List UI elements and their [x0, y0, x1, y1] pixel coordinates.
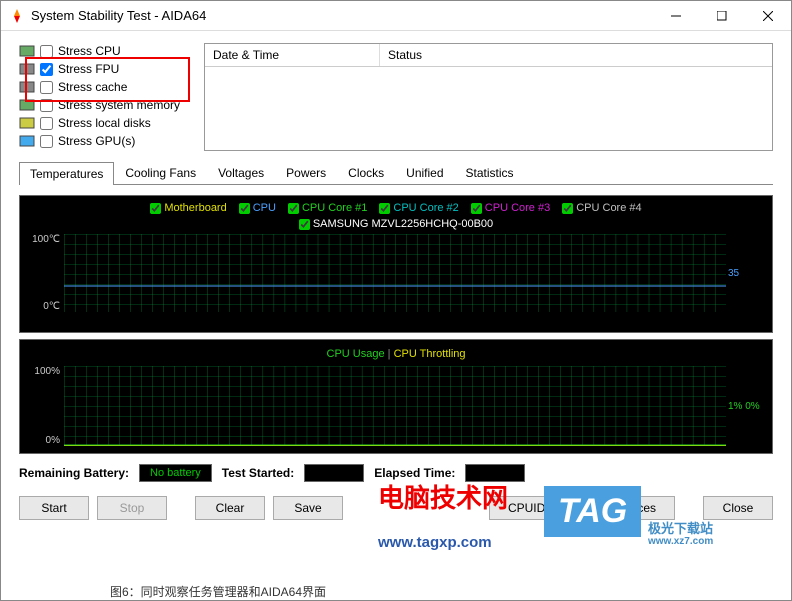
button-row: Start Stop Clear Save CPUID Preferences … — [19, 492, 773, 524]
stress-checkbox-5[interactable] — [40, 135, 53, 148]
usage-legend: CPU Usage | CPU Throttling — [28, 344, 764, 364]
stress-icon — [19, 63, 35, 75]
legend-checkbox[interactable] — [239, 203, 250, 214]
stress-label: Stress CPU — [58, 44, 121, 58]
stress-label: Stress cache — [58, 80, 127, 94]
tab-voltages[interactable]: Voltages — [207, 161, 275, 184]
close-dialog-button[interactable]: Close — [703, 496, 773, 520]
usage-y-min: 0% — [28, 435, 60, 446]
close-button[interactable] — [745, 1, 791, 31]
legend-item[interactable]: CPU Core #3 — [471, 202, 550, 214]
log-col-datetime: Date & Time — [205, 44, 380, 66]
log-col-status: Status — [380, 44, 430, 66]
tab-unified[interactable]: Unified — [395, 161, 454, 184]
temp-y-max: 100℃ — [28, 234, 60, 245]
stress-checkbox-3[interactable] — [40, 99, 53, 112]
temp-grid — [64, 234, 726, 312]
legend-item[interactable]: Motherboard — [150, 202, 226, 214]
content-area: Stress CPU Stress FPU Stress cache Stres… — [1, 31, 791, 600]
main-window: System Stability Test - AIDA64 Stress CP… — [0, 0, 792, 601]
legend-checkbox[interactable] — [150, 203, 161, 214]
preferences-button[interactable]: Preferences — [572, 496, 675, 520]
legend-checkbox[interactable] — [562, 203, 573, 214]
tab-bar: TemperaturesCooling FansVoltagesPowersCl… — [19, 161, 773, 185]
stress-label: Stress system memory — [58, 98, 180, 112]
legend-item[interactable]: SAMSUNG MZVL2256HCHQ-00B00 — [299, 218, 493, 230]
usage-current-values: 1% 0% — [726, 366, 764, 446]
stress-icon — [19, 135, 35, 147]
save-button[interactable]: Save — [273, 496, 343, 520]
stress-item-3: Stress system memory — [19, 97, 194, 113]
stress-checkbox-4[interactable] — [40, 117, 53, 130]
stress-label: Stress GPU(s) — [58, 134, 135, 148]
stress-item-1: Stress FPU — [19, 61, 194, 77]
elapsed-value — [465, 464, 525, 482]
top-row: Stress CPU Stress FPU Stress cache Stres… — [19, 43, 773, 151]
tab-cooling-fans[interactable]: Cooling Fans — [114, 161, 207, 184]
stress-icon — [19, 117, 35, 129]
start-button[interactable]: Start — [19, 496, 89, 520]
tab-statistics[interactable]: Statistics — [455, 161, 525, 184]
stress-checkbox-2[interactable] — [40, 81, 53, 94]
battery-value: No battery — [139, 464, 212, 482]
temp-y-axis: 100℃ 0℃ — [28, 234, 64, 312]
temp-legend-2: SAMSUNG MZVL2256HCHQ-00B00 — [28, 216, 764, 232]
app-icon — [9, 8, 25, 24]
tab-powers[interactable]: Powers — [275, 161, 337, 184]
legend-checkbox[interactable] — [379, 203, 390, 214]
temperature-graph: Motherboard CPU CPU Core #1 CPU Core #2 CPU … — [19, 195, 773, 333]
legend-checkbox[interactable] — [299, 219, 310, 230]
stress-item-5: Stress GPU(s) — [19, 133, 194, 149]
window-title: System Stability Test - AIDA64 — [31, 8, 653, 23]
maximize-button[interactable] — [699, 1, 745, 31]
battery-label: Remaining Battery: — [19, 466, 129, 480]
stress-options: Stress CPU Stress FPU Stress cache Stres… — [19, 43, 194, 151]
stress-item-2: Stress cache — [19, 79, 194, 95]
usage-graph: CPU Usage | CPU Throttling 100% 0% — [19, 339, 773, 454]
clear-button[interactable]: Clear — [195, 496, 265, 520]
stress-label: Stress FPU — [58, 62, 119, 76]
legend-item[interactable]: CPU Core #1 — [288, 202, 367, 214]
stress-checkbox-0[interactable] — [40, 45, 53, 58]
legend-item[interactable]: CPU Core #2 — [379, 202, 458, 214]
figure-caption: 图6：同时观察任务管理器和AIDA64界面 — [110, 583, 326, 600]
stress-icon — [19, 45, 35, 57]
stress-checkbox-1[interactable] — [40, 63, 53, 76]
stress-icon — [19, 99, 35, 111]
temp-graph-body: 100℃ 0℃ 35 — [28, 234, 764, 312]
titlebar: System Stability Test - AIDA64 — [1, 1, 791, 31]
window-controls — [653, 1, 791, 31]
temp-y-min: 0℃ — [28, 301, 60, 312]
legend-item[interactable]: CPU Core #4 — [562, 202, 641, 214]
legend-checkbox[interactable] — [471, 203, 482, 214]
started-label: Test Started: — [222, 466, 294, 480]
stress-item-0: Stress CPU — [19, 43, 194, 59]
usage-graph-body: 100% 0% 1% 0% — [28, 366, 764, 446]
stress-label: Stress local disks — [58, 116, 151, 130]
log-panel: Date & Time Status — [204, 43, 773, 151]
started-value — [304, 464, 364, 482]
temp-current-values: 35 — [726, 234, 764, 312]
status-row: Remaining Battery: No battery Test Start… — [19, 460, 773, 486]
tab-temperatures[interactable]: Temperatures — [19, 162, 114, 185]
stop-button[interactable]: Stop — [97, 496, 167, 520]
legend-item[interactable]: CPU — [239, 202, 276, 214]
stress-icon — [19, 81, 35, 93]
usage-y-max: 100% — [28, 366, 60, 377]
elapsed-label: Elapsed Time: — [374, 466, 455, 480]
log-header: Date & Time Status — [205, 44, 772, 67]
minimize-button[interactable] — [653, 1, 699, 31]
usage-y-axis: 100% 0% — [28, 366, 64, 446]
tab-clocks[interactable]: Clocks — [337, 161, 395, 184]
cpuid-button[interactable]: CPUID — [489, 496, 564, 520]
usage-grid — [64, 366, 726, 446]
graph-area: Motherboard CPU CPU Core #1 CPU Core #2 CPU … — [19, 195, 773, 454]
legend-checkbox[interactable] — [288, 203, 299, 214]
stress-item-4: Stress local disks — [19, 115, 194, 131]
temp-legend: Motherboard CPU CPU Core #1 CPU Core #2 CPU … — [28, 200, 764, 216]
